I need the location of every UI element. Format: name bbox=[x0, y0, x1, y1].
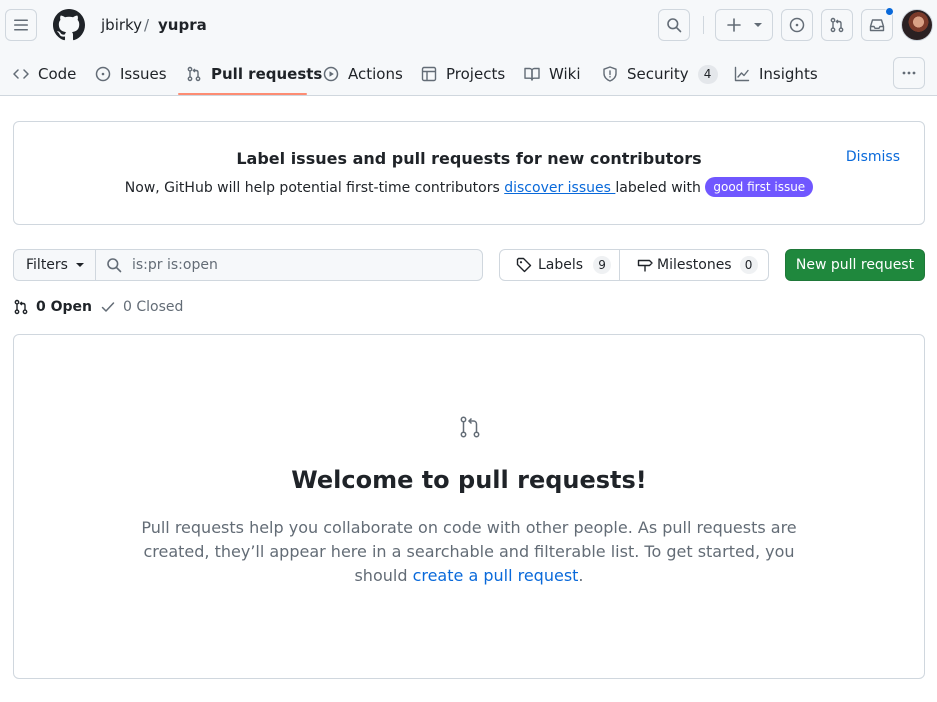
code-icon bbox=[13, 69, 29, 79]
open-filter-link[interactable]: 0 Open bbox=[13, 299, 92, 315]
search-input-wrapper[interactable] bbox=[95, 249, 483, 281]
create-new-button[interactable] bbox=[715, 9, 773, 41]
milestone-icon bbox=[637, 259, 653, 272]
tab-pull-requests[interactable]: Pull requests bbox=[186, 58, 322, 90]
tab-issues[interactable]: Issues bbox=[95, 58, 167, 90]
play-icon bbox=[323, 66, 339, 82]
tab-actions[interactable]: Actions bbox=[323, 58, 403, 90]
dismiss-button[interactable]: Dismiss bbox=[846, 149, 900, 165]
issue-opened-icon bbox=[95, 66, 111, 82]
triangle-down-icon bbox=[754, 23, 762, 27]
pull-requests-blankslate: Welcome to pull requests! Pull requests … bbox=[13, 334, 925, 679]
tab-label: Security bbox=[627, 65, 689, 83]
security-count-badge: 4 bbox=[697, 64, 718, 84]
banner-title: Label issues and pull requests for new c… bbox=[236, 149, 702, 168]
github-logo-icon[interactable] bbox=[53, 9, 85, 41]
search-input[interactable] bbox=[132, 257, 462, 273]
check-icon bbox=[101, 302, 115, 312]
issue-opened-icon bbox=[789, 17, 805, 33]
tab-security[interactable]: Security 4 bbox=[602, 58, 718, 90]
tab-label: Pull requests bbox=[211, 65, 323, 83]
new-pull-request-button[interactable]: New pull request bbox=[785, 249, 925, 281]
header-divider bbox=[703, 16, 704, 34]
search-button[interactable] bbox=[658, 9, 690, 41]
banner-text-after: labeled with bbox=[615, 180, 706, 196]
search-icon bbox=[107, 258, 122, 273]
labels-button[interactable]: Labels 9 bbox=[499, 249, 620, 281]
git-pull-request-icon bbox=[14, 299, 28, 315]
table-icon bbox=[421, 66, 437, 82]
inbox-icon bbox=[869, 19, 885, 32]
milestones-label: Milestones bbox=[657, 257, 732, 273]
labels-count: 9 bbox=[593, 256, 612, 274]
kebab-horizontal-icon bbox=[902, 71, 916, 75]
tab-insights[interactable]: Insights bbox=[734, 58, 818, 90]
closed-filter-link[interactable]: 0 Closed bbox=[100, 299, 183, 315]
git-pull-request-icon bbox=[187, 66, 201, 82]
blankslate-suffix: . bbox=[578, 566, 584, 585]
open-count: 0 Open bbox=[36, 299, 92, 315]
tab-label: Insights bbox=[759, 65, 818, 83]
contributors-banner: Label issues and pull requests for new c… bbox=[13, 121, 925, 225]
tab-label: Projects bbox=[446, 65, 506, 83]
tab-wiki[interactable]: Wiki bbox=[524, 58, 581, 90]
tab-code[interactable]: Code bbox=[13, 58, 76, 90]
closed-count: 0 Closed bbox=[123, 299, 184, 315]
tab-label: Actions bbox=[348, 65, 403, 83]
good-first-issue-label[interactable]: good first issue bbox=[705, 177, 814, 197]
filters-label: Filters bbox=[26, 257, 68, 273]
menu-button[interactable] bbox=[5, 9, 37, 41]
blankslate-description: Pull requests help you collaborate on co… bbox=[119, 516, 819, 588]
tab-projects[interactable]: Projects bbox=[421, 58, 505, 90]
tag-icon bbox=[516, 257, 532, 273]
create-pull-request-link[interactable]: create a pull request bbox=[413, 566, 579, 585]
book-icon bbox=[524, 67, 540, 81]
app-header: jbirky / yupra Code Issues Pull requests… bbox=[0, 0, 937, 96]
hamburger-icon bbox=[14, 19, 28, 31]
tab-label: Issues bbox=[120, 65, 167, 83]
your-issues-button[interactable] bbox=[781, 9, 813, 41]
discover-issues-link[interactable]: discover issues bbox=[504, 180, 615, 196]
tab-label: Wiki bbox=[549, 65, 581, 83]
more-tabs-button[interactable] bbox=[893, 57, 925, 89]
filters-button[interactable]: Filters bbox=[13, 249, 96, 281]
banner-text-before: Now, GitHub will help potential first-ti… bbox=[124, 180, 505, 196]
breadcrumb-repo[interactable]: yupra bbox=[158, 16, 207, 34]
milestones-button[interactable]: Milestones 0 bbox=[619, 249, 769, 281]
milestones-count: 0 bbox=[739, 256, 758, 274]
labels-label: Labels bbox=[538, 257, 584, 273]
selected-tab-indicator bbox=[178, 93, 307, 95]
plus-icon bbox=[727, 18, 741, 32]
search-icon bbox=[667, 18, 682, 33]
banner-text: Now, GitHub will help potential first-ti… bbox=[14, 177, 924, 197]
your-pull-requests-button[interactable] bbox=[821, 9, 853, 41]
avatar[interactable] bbox=[901, 9, 933, 41]
breadcrumb-separator: / bbox=[144, 16, 150, 34]
tab-label: Code bbox=[38, 65, 77, 83]
shield-icon bbox=[603, 66, 617, 82]
blankslate-title: Welcome to pull requests! bbox=[291, 466, 647, 494]
git-pull-request-icon bbox=[460, 416, 480, 438]
breadcrumb-owner[interactable]: jbirky bbox=[101, 16, 142, 34]
git-pull-request-icon bbox=[830, 17, 844, 33]
triangle-down-icon bbox=[75, 263, 84, 267]
graph-icon bbox=[734, 66, 750, 82]
notification-indicator bbox=[885, 7, 894, 16]
